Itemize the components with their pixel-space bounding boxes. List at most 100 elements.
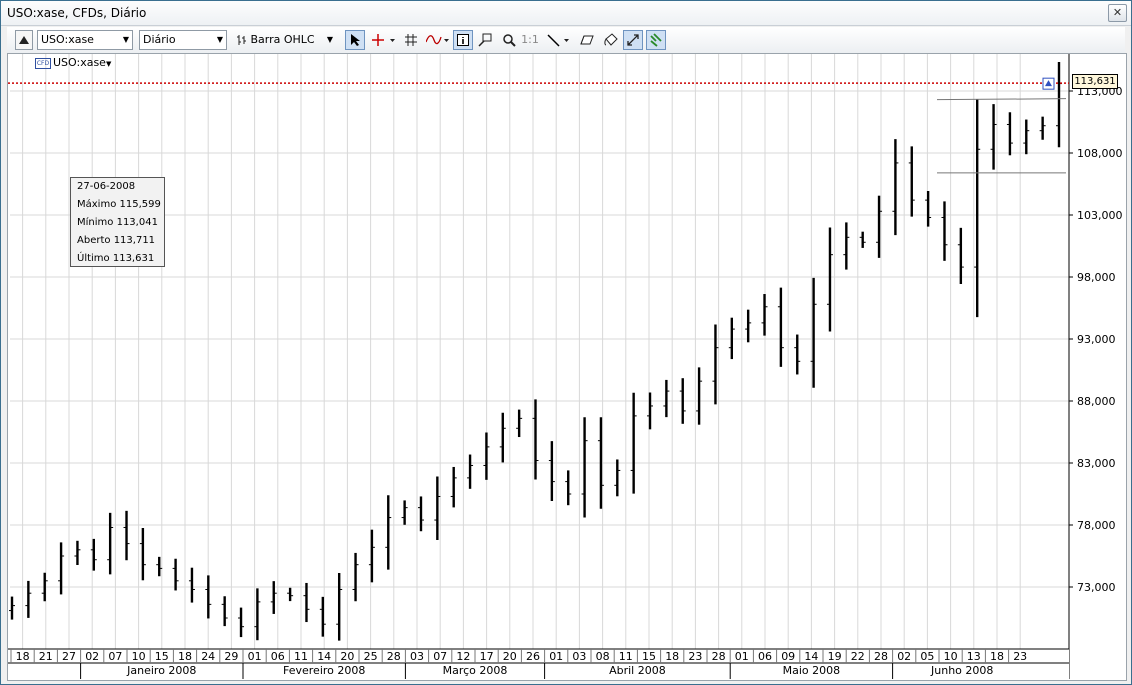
ohlc-bar[interactable] — [90, 538, 97, 571]
ohlc-bar[interactable] — [450, 466, 457, 508]
chart-type-combo[interactable]: Barra OHLC ▼ — [233, 30, 337, 50]
tooltip-value: 115,599 — [119, 199, 161, 210]
y-tick-label: 108,000 — [1077, 147, 1123, 160]
y-tick-label: 83,000 — [1077, 457, 1116, 470]
zoom-ratio-button[interactable]: 1:1 — [520, 30, 540, 50]
ohlc-bar[interactable] — [1006, 112, 1013, 156]
symbol-label[interactable]: CFD USO:xase▼ — [35, 56, 111, 69]
ohlc-bar[interactable] — [417, 496, 424, 532]
chart-area[interactable]: 73,000 78,000 83,000 88,000 93,000 98,000 103,… — [7, 53, 1127, 681]
ohlc-bar[interactable] — [385, 495, 392, 570]
tooltip-row-last: Último 113,631 — [77, 253, 154, 264]
last-price-tag: 113,631 — [1072, 74, 1118, 89]
x-day-label: 24 — [201, 650, 215, 663]
x-day-label: 14 — [804, 650, 818, 663]
ohlc-chart[interactable]: 73,000 78,000 83,000 88,000 93,000 98,000 103,… — [8, 54, 1126, 680]
close-button[interactable]: ✕ — [1108, 4, 1127, 22]
x-day-label: 02 — [85, 650, 99, 663]
ohlc-bar[interactable] — [303, 582, 310, 623]
ohlc-bar[interactable] — [336, 573, 343, 641]
ohlc-bar[interactable] — [777, 287, 784, 367]
ohlc-bar[interactable] — [221, 596, 228, 627]
ohlc-bar[interactable] — [25, 580, 32, 618]
tooltip-label: Último — [77, 253, 110, 264]
ohlc-bar[interactable] — [287, 587, 294, 602]
cursor-icon — [351, 34, 360, 46]
ohlc-bar[interactable] — [270, 581, 277, 614]
x-day-label: 18 — [990, 650, 1004, 663]
tooltip-label: Aberto — [77, 235, 111, 246]
ohlc-bar[interactable] — [238, 607, 245, 638]
x-day-label: 06 — [758, 650, 772, 663]
ohlc-bar[interactable] — [139, 527, 146, 581]
ohlc-bar[interactable] — [188, 567, 195, 603]
ohlc-bar[interactable] — [352, 552, 359, 602]
ohlc-bar[interactable] — [434, 476, 441, 541]
ohlc-bar[interactable] — [990, 104, 997, 170]
paint-button[interactable] — [601, 30, 621, 50]
ohlc-bar[interactable] — [205, 575, 212, 619]
ohlc-bar[interactable] — [319, 596, 326, 637]
ohlc-bar[interactable] — [548, 441, 555, 501]
ohlc-bar[interactable] — [647, 392, 654, 430]
ohlc-bar[interactable] — [467, 454, 474, 489]
ohlc-bar[interactable] — [794, 334, 801, 375]
ohlc-bar[interactable] — [826, 227, 833, 332]
ohlc-bar[interactable] — [974, 99, 981, 318]
ohlc-bar[interactable] — [630, 392, 637, 494]
x-day-label: 15 — [642, 650, 656, 663]
ohlc-bar[interactable] — [107, 512, 114, 575]
info-button[interactable] — [453, 30, 473, 50]
ohlc-bar[interactable] — [172, 558, 179, 591]
ohlc-bar[interactable] — [483, 432, 490, 480]
ohlc-bar[interactable] — [663, 379, 670, 418]
zoom-icon — [503, 34, 516, 47]
x-day-label: 17 — [480, 650, 494, 663]
zoom-box-button[interactable] — [475, 30, 495, 50]
line-tool-button[interactable] — [545, 30, 573, 50]
ohlc-bar[interactable] — [957, 227, 964, 284]
auto-scale-button[interactable] — [623, 30, 643, 50]
range-line-top — [936, 98, 1067, 101]
x-day-label: 25 — [364, 650, 378, 663]
indicator-button[interactable] — [425, 30, 451, 50]
ohlc-bar[interactable] — [745, 309, 752, 343]
eraser-button[interactable] — [577, 30, 597, 50]
ohlc-bar[interactable] — [368, 529, 375, 583]
ohlc-bar[interactable] — [696, 367, 703, 425]
ohlc-bar[interactable] — [123, 510, 130, 561]
bar-chart-icon — [237, 35, 246, 45]
ohlc-bar[interactable] — [254, 588, 261, 641]
grid-button[interactable] — [401, 30, 421, 50]
ohlc-bar[interactable] — [1023, 119, 1030, 155]
ohlc-bar[interactable] — [74, 540, 81, 566]
zoom-button[interactable] — [499, 30, 519, 50]
x-day-label: 23 — [688, 650, 702, 663]
auto-scale-icon — [627, 34, 639, 46]
link-button[interactable] — [646, 30, 666, 50]
ohlc-bar[interactable] — [1056, 62, 1062, 148]
panel-toggle-button[interactable] — [15, 30, 33, 50]
chart-type-value: Barra OHLC — [250, 33, 315, 46]
crosshair-button[interactable] — [369, 30, 397, 50]
ohlc-bar[interactable] — [908, 146, 915, 217]
x-day-label: 01 — [549, 650, 563, 663]
ohlc-bar[interactable] — [1039, 116, 1046, 140]
ohlc-bar[interactable] — [925, 190, 932, 227]
ohlc-bar[interactable] — [728, 317, 735, 360]
ohlc-bar[interactable] — [581, 417, 588, 518]
ohlc-bar[interactable] — [516, 409, 523, 438]
ohlc-bar[interactable] — [712, 324, 719, 405]
cursor-button[interactable] — [345, 30, 365, 50]
ohlc-bar[interactable] — [859, 231, 866, 248]
ohlc-bar[interactable] — [941, 201, 948, 261]
symbol-combo[interactable]: USO:xase ▼ — [37, 30, 133, 50]
ohlc-bar[interactable] — [843, 222, 850, 270]
ohlc-bar[interactable] — [565, 470, 572, 506]
ohlc-bar[interactable] — [614, 459, 621, 497]
ohlc-bar[interactable] — [401, 500, 408, 525]
period-combo[interactable]: Diário ▼ — [139, 30, 227, 50]
ohlc-bar[interactable] — [499, 412, 506, 463]
ohlc-bar[interactable] — [761, 294, 768, 336]
ohlc-bar[interactable] — [9, 596, 15, 620]
